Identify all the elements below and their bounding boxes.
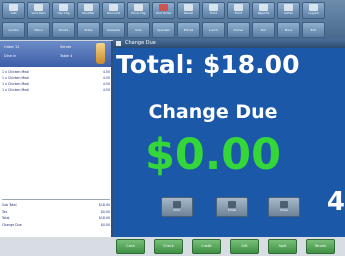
credit-button[interactable]: Credit bbox=[192, 239, 221, 254]
gift-button[interactable]: Gift bbox=[230, 239, 259, 254]
category-button[interactable]: Drinks bbox=[52, 22, 75, 38]
item-name: 1 x Chicken Meal bbox=[2, 88, 30, 92]
void-item-button[interactable]: Void Item bbox=[27, 2, 50, 19]
check-button[interactable]: Check bbox=[154, 239, 183, 254]
hold-button[interactable]: Hold bbox=[202, 2, 225, 19]
side-number: 4 bbox=[326, 187, 345, 217]
split-button[interactable]: Split bbox=[268, 239, 297, 254]
recall-button[interactable]: Recall bbox=[177, 2, 200, 19]
category-button[interactable]: Exit bbox=[302, 22, 325, 38]
toolbar-row-function: Add Void Item Qty Chg Modifier Discount … bbox=[2, 2, 327, 19]
void-order-button[interactable]: Void Order bbox=[152, 2, 175, 19]
order-header: Order 12 Server Dine In Table 4 bbox=[0, 41, 111, 67]
change-due-amount: $0.00 bbox=[144, 130, 281, 180]
quantity-icon bbox=[59, 4, 68, 11]
category-button[interactable]: Bar bbox=[252, 22, 275, 38]
price-change-button[interactable]: Price Chg bbox=[127, 2, 150, 19]
price-icon bbox=[134, 4, 143, 11]
change-due-row: Change Due $0.00 bbox=[2, 222, 110, 227]
print-icon bbox=[234, 4, 243, 11]
order-number: Order 12 bbox=[4, 45, 20, 49]
close-icon bbox=[280, 201, 288, 208]
close-button[interactable]: Close bbox=[268, 197, 300, 217]
category-button[interactable]: Desserts bbox=[102, 22, 125, 38]
category-button[interactable]: Combo bbox=[2, 22, 25, 38]
total-amount: Total: $18.00 bbox=[116, 50, 300, 79]
modifier-icon bbox=[84, 4, 93, 11]
category-button[interactable]: Specials bbox=[152, 22, 175, 38]
recall-icon bbox=[184, 4, 193, 11]
modifier-button[interactable]: Modifier bbox=[77, 2, 100, 19]
cash-button[interactable]: Cash bbox=[116, 239, 145, 254]
printer-icon bbox=[173, 201, 181, 208]
tender-button[interactable]: Tender bbox=[306, 239, 335, 254]
order-type: Dine In bbox=[4, 54, 17, 58]
discount-icon bbox=[109, 4, 118, 11]
category-button[interactable]: Extras bbox=[177, 22, 200, 38]
email-icon bbox=[228, 201, 236, 208]
window-title: Change Due bbox=[125, 40, 156, 46]
discount-button[interactable]: Discount bbox=[102, 2, 125, 19]
tender-bar: Cash Check Credit Gift Split Tender bbox=[0, 237, 345, 256]
void-icon bbox=[34, 4, 43, 11]
reports-button[interactable]: Reports bbox=[252, 2, 275, 19]
quantity-change-button[interactable]: Qty Chg bbox=[52, 2, 75, 19]
category-button[interactable]: Lunch bbox=[202, 22, 225, 38]
print-receipt-button[interactable]: Print bbox=[161, 197, 193, 217]
void-order-icon bbox=[159, 4, 168, 11]
change-due-window: Change Due Total: $18.00 Change Due $0.0… bbox=[113, 39, 345, 237]
admin-button[interactable]: Admin bbox=[277, 2, 300, 19]
logout-icon bbox=[309, 4, 318, 11]
hold-icon bbox=[209, 4, 218, 11]
top-toolbar: Add Void Item Qty Chg Modifier Discount … bbox=[0, 0, 345, 40]
category-button[interactable]: Dinner bbox=[227, 22, 250, 38]
document-icon bbox=[9, 4, 18, 11]
add-button[interactable]: Add bbox=[2, 2, 25, 19]
order-server: Server bbox=[60, 45, 72, 49]
category-button[interactable]: More bbox=[277, 22, 300, 38]
toolbar-row-categories: Combo Menu Drinks Sides Desserts Kids Sp… bbox=[2, 22, 327, 38]
category-button[interactable]: Sides bbox=[77, 22, 100, 38]
order-totals: Sub Total $18.00 Tax $0.00 Total $18.00 Cha… bbox=[2, 199, 110, 228]
window-icon bbox=[116, 41, 121, 46]
order-table: Table 4 bbox=[60, 54, 73, 58]
item-price: 4.50 bbox=[102, 88, 110, 92]
change-due-label: Change Due bbox=[148, 101, 278, 123]
print-button[interactable]: Print bbox=[227, 2, 250, 19]
logout-button[interactable]: Logout bbox=[302, 2, 325, 19]
category-button[interactable]: Kids bbox=[127, 22, 150, 38]
window-titlebar: Change Due bbox=[113, 39, 345, 48]
drink-cup-icon bbox=[96, 43, 105, 64]
email-receipt-button[interactable]: Email bbox=[216, 197, 248, 217]
order-item[interactable]: 1 x Chicken Meal 4.50 bbox=[2, 87, 110, 93]
order-item-list[interactable]: 1 x Chicken Meal 4.50 1 x Chicken Meal 4.5… bbox=[2, 69, 110, 93]
order-panel: Order 12 Server Dine In Table 4 1 x Chic… bbox=[0, 41, 113, 238]
category-button[interactable]: Menu bbox=[27, 22, 50, 38]
admin-icon bbox=[284, 4, 293, 11]
reports-icon bbox=[259, 4, 268, 11]
